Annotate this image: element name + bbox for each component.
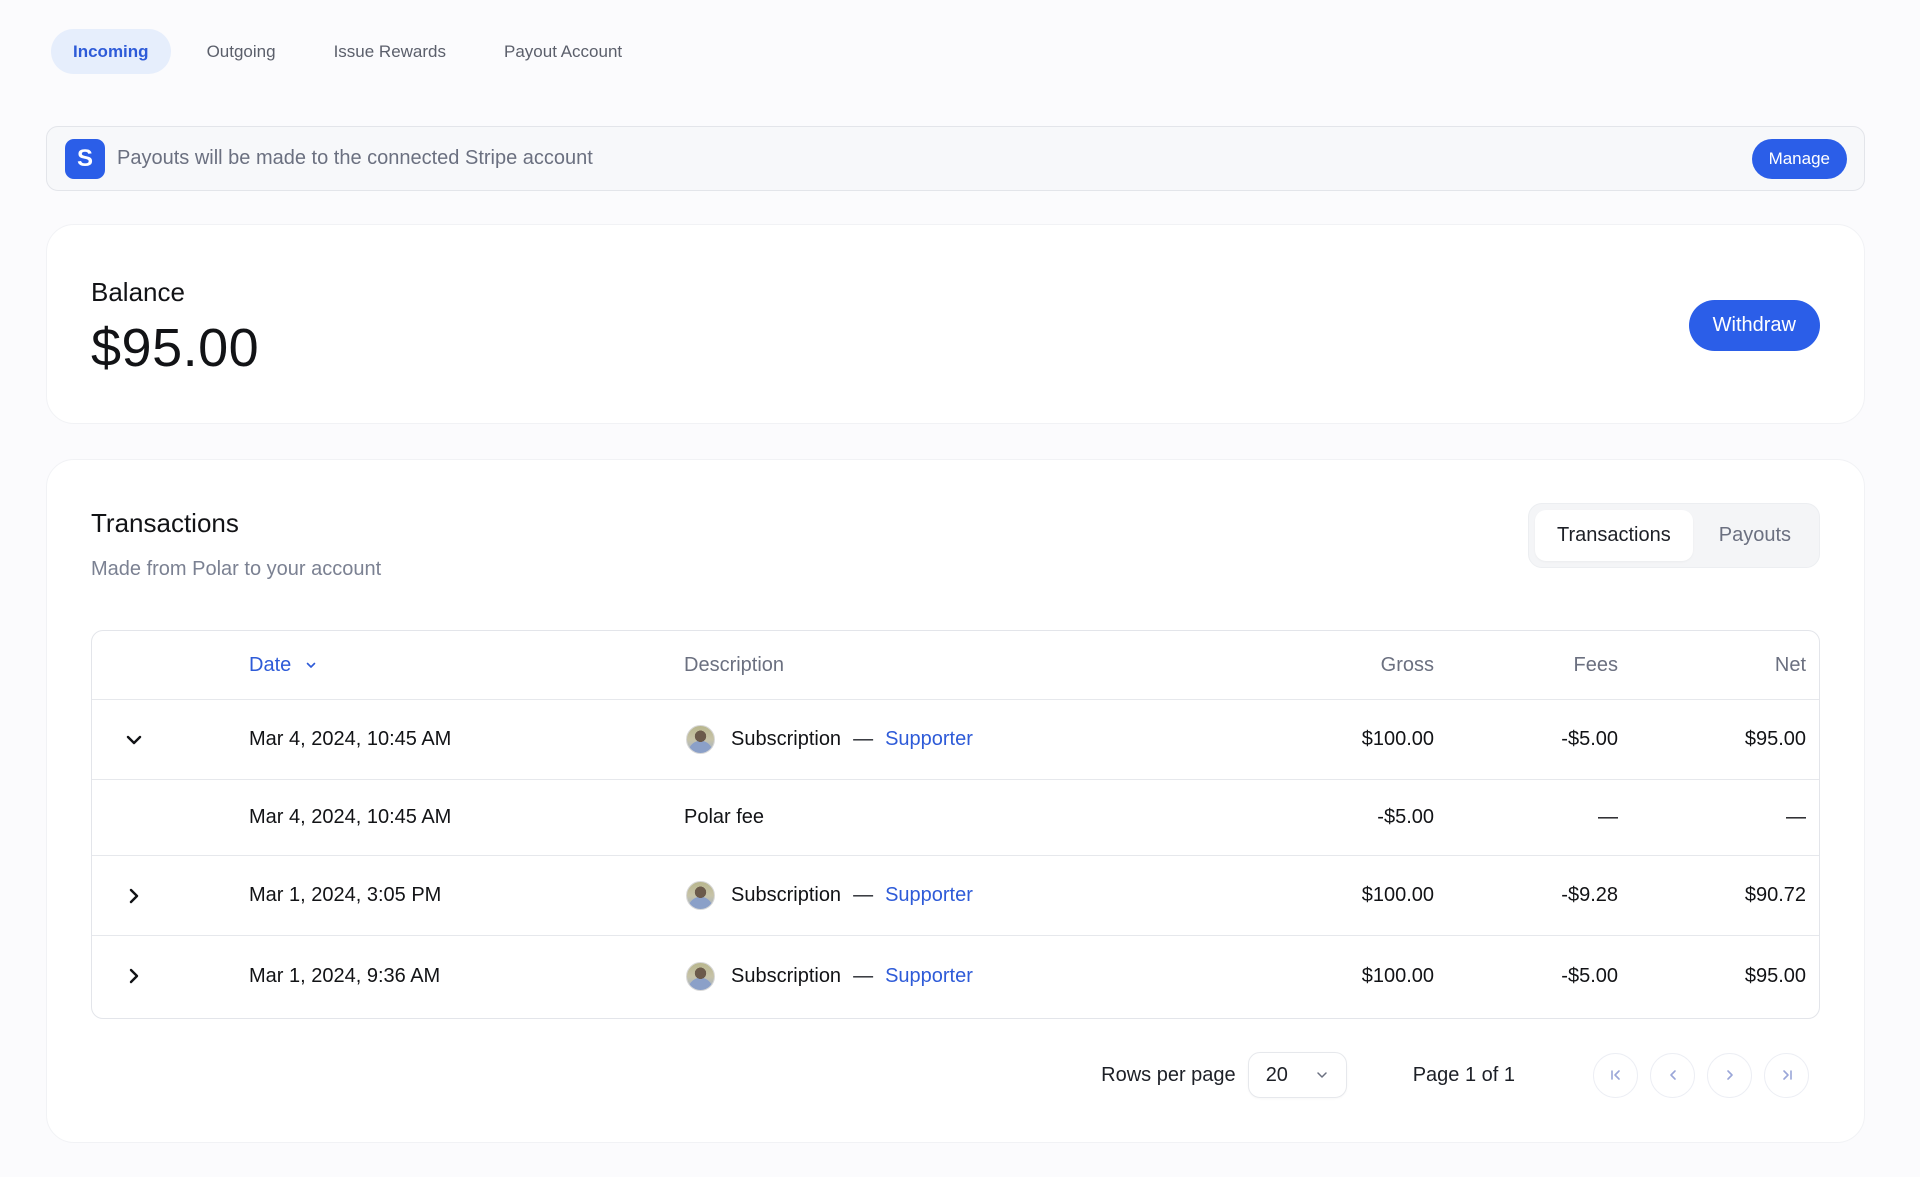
top-tabs: Incoming Outgoing Issue Rewards Payout A…: [51, 29, 644, 74]
table-subrow: Mar 4, 2024, 10:45 AM Polar fee -$5.00 —…: [92, 780, 1819, 856]
transactions-title: Transactions: [91, 508, 239, 538]
row-date: Mar 1, 2024, 9:36 AM: [249, 964, 441, 987]
row-net: —: [1786, 806, 1806, 828]
segment-payouts[interactable]: Payouts: [1697, 510, 1813, 561]
previous-page-button[interactable]: [1650, 1052, 1695, 1098]
customer-avatar: [686, 725, 715, 754]
balance-amount: $95.00: [91, 318, 260, 378]
expand-row-button[interactable]: [122, 884, 146, 908]
page-indicator: Page 1 of 1: [1412, 1063, 1515, 1086]
row-gross: $100.00: [1361, 964, 1434, 987]
table-header: Date Description Gross Fees Net: [92, 631, 1819, 700]
tab-issue-rewards[interactable]: Issue Rewards: [312, 29, 468, 74]
tab-outgoing[interactable]: Outgoing: [185, 29, 298, 74]
segment-transactions[interactable]: Transactions: [1534, 510, 1693, 561]
row-description: Subscription — Supporter: [684, 881, 1204, 910]
chevron-right-icon: [129, 968, 139, 984]
row-description: Polar fee: [684, 806, 765, 828]
view-toggle: Transactions Payouts: [1527, 503, 1820, 568]
balance-card: Balance $95.00 Withdraw: [46, 224, 1865, 424]
row-net: $90.72: [1744, 884, 1806, 906]
next-page-button[interactable]: [1707, 1052, 1752, 1098]
first-page-button[interactable]: [1593, 1052, 1638, 1098]
chevron-down-icon: [306, 662, 316, 668]
tier-link[interactable]: Supporter: [885, 965, 973, 988]
transactions-table: Date Description Gross Fees Net Mar 4, 2…: [91, 630, 1820, 1019]
row-gross: $100.00: [1361, 728, 1434, 750]
tab-incoming[interactable]: Incoming: [51, 29, 171, 74]
column-header-net: Net: [1774, 653, 1806, 676]
row-fees: —: [1598, 806, 1618, 828]
manage-button[interactable]: Manage: [1751, 138, 1847, 179]
row-net: $95.00: [1744, 964, 1806, 987]
column-header-fees: Fees: [1573, 653, 1618, 676]
table-row[interactable]: Mar 1, 2024, 3:05 PM Subscription — Supp…: [92, 856, 1819, 936]
table-row[interactable]: Mar 1, 2024, 9:36 AM Subscription — Supp…: [92, 936, 1819, 1016]
pagination: Rows per page 20 Page 1 of 1: [1101, 1052, 1809, 1098]
withdraw-button[interactable]: Withdraw: [1688, 300, 1820, 351]
balance-label: Balance: [91, 277, 185, 307]
transactions-subtitle: Made from Polar to your account: [91, 558, 382, 580]
row-date: Mar 1, 2024, 3:05 PM: [249, 884, 442, 906]
row-fees: -$5.00: [1561, 964, 1618, 987]
chevron-down-icon: [126, 735, 142, 744]
row-fees: -$9.28: [1561, 884, 1618, 906]
row-gross: $100.00: [1361, 884, 1434, 906]
stripe-payout-banner: S Payouts will be made to the connected …: [46, 126, 1865, 191]
column-header-gross: Gross: [1380, 653, 1434, 676]
expand-row-button[interactable]: [122, 964, 146, 988]
rows-per-page-select[interactable]: 20: [1247, 1052, 1347, 1098]
last-page-button[interactable]: [1764, 1052, 1809, 1098]
tab-payout-account[interactable]: Payout Account: [482, 29, 644, 74]
chevron-left-icon: [1669, 1070, 1676, 1080]
tier-link[interactable]: Supporter: [885, 728, 973, 751]
row-description: Subscription — Supporter: [684, 725, 1204, 754]
first-page-icon: [1610, 1070, 1620, 1080]
row-description: Subscription — Supporter: [684, 961, 1204, 991]
banner-text: Payouts will be made to the connected St…: [117, 147, 593, 169]
rows-per-page-label: Rows per page: [1101, 1063, 1236, 1086]
row-net: $95.00: [1744, 728, 1806, 750]
table-row[interactable]: Mar 4, 2024, 10:45 AM Subscription — Sup…: [92, 700, 1819, 780]
customer-avatar: [686, 961, 715, 991]
tier-link[interactable]: Supporter: [885, 884, 973, 907]
chevron-right-icon: [129, 888, 139, 903]
last-page-icon: [1782, 1070, 1792, 1080]
transactions-card: Transactions Made from Polar to your acc…: [46, 459, 1865, 1143]
chevron-down-icon: [1316, 1072, 1327, 1078]
column-header-description: Description: [684, 653, 785, 676]
customer-avatar: [686, 881, 715, 910]
chevron-right-icon: [1726, 1070, 1733, 1080]
row-date: Mar 4, 2024, 10:45 AM: [249, 806, 452, 828]
row-gross: -$5.00: [1377, 806, 1434, 828]
row-fees: -$5.00: [1561, 728, 1618, 750]
collapse-row-button[interactable]: [122, 728, 146, 752]
column-header-date[interactable]: Date: [249, 654, 684, 677]
row-date: Mar 4, 2024, 10:45 AM: [249, 728, 452, 750]
stripe-logo-icon: S: [65, 138, 105, 179]
column-header-date-label: Date: [249, 653, 292, 676]
